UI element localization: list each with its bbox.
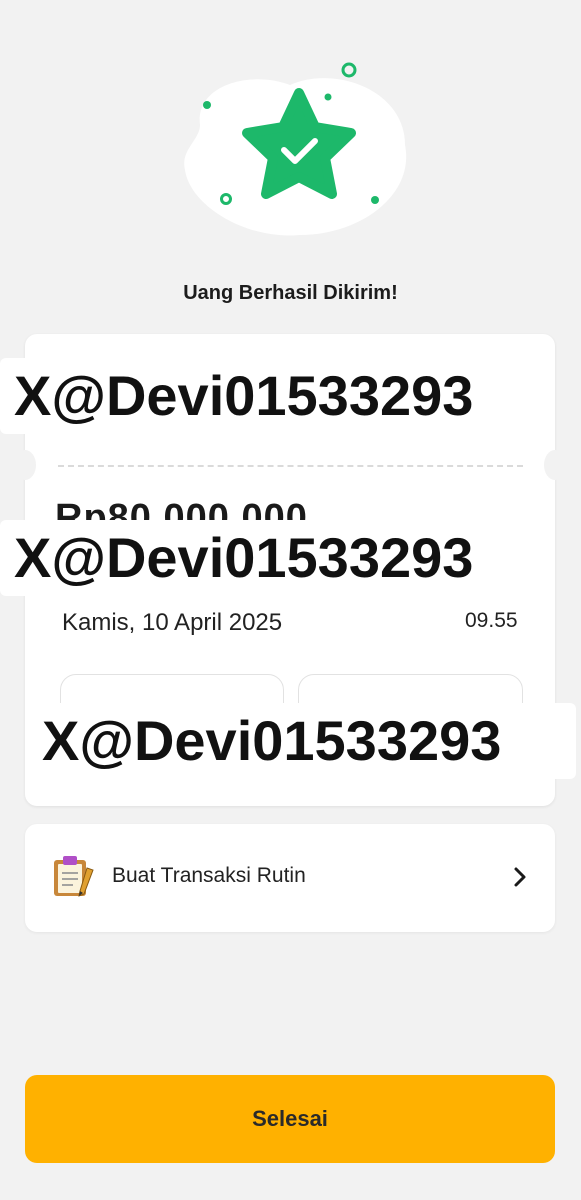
- clipboard-icon: [54, 856, 94, 897]
- watermark-label: X@Devi01533293: [0, 520, 526, 596]
- chevron-right-icon: [514, 867, 526, 887]
- transaction-date: Kamis, 10 April 2025: [62, 609, 283, 636]
- watermark-label: X@Devi01533293: [0, 358, 548, 434]
- success-star-icon: [184, 62, 407, 236]
- receipt-notch-right: [544, 450, 566, 480]
- routine-transaction-row[interactable]: Buat Transaksi Rutin: [25, 824, 555, 932]
- watermark-label: X@Devi01533293: [28, 703, 576, 779]
- receipt-notch-left: [14, 450, 36, 480]
- routine-transaction-label: Buat Transaksi Rutin: [112, 864, 306, 887]
- transaction-time: 09.55: [465, 609, 518, 632]
- receipt-divider: [58, 465, 523, 467]
- success-title: Uang Berhasil Dikirim!: [183, 282, 398, 304]
- finish-button[interactable]: Selesai: [25, 1075, 555, 1163]
